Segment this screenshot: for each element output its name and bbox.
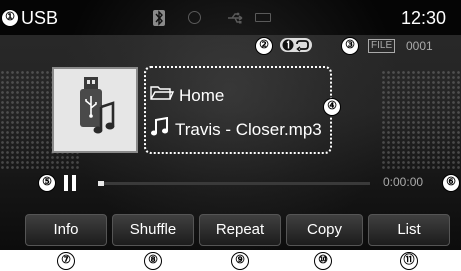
usb-drive-music-icon bbox=[54, 77, 136, 155]
folder-icon bbox=[150, 85, 175, 106]
repeat-button[interactable]: Repeat bbox=[199, 214, 281, 246]
song-title: Travis - Closer.mp3 bbox=[175, 119, 322, 139]
shuffle-button[interactable]: Shuffle bbox=[112, 214, 194, 246]
file-number: 0001 bbox=[406, 39, 433, 53]
bluetooth-icon bbox=[153, 10, 165, 26]
elapsed-time: 0:00:00 bbox=[383, 175, 424, 189]
pause-button[interactable] bbox=[64, 175, 77, 191]
battery-icon bbox=[255, 13, 271, 22]
progress-bar[interactable] bbox=[98, 181, 370, 186]
file-tag: FILE bbox=[368, 39, 396, 53]
callout-8: ⑧ bbox=[144, 252, 162, 270]
disc-icon bbox=[188, 11, 201, 24]
song-row: Travis - Closer.mp3 bbox=[150, 116, 322, 142]
callout-1: ① bbox=[1, 9, 19, 27]
info-button[interactable]: Info bbox=[25, 214, 107, 246]
callout-9: ⑨ bbox=[231, 252, 249, 270]
album-art bbox=[52, 67, 138, 153]
folder-row: Home bbox=[150, 85, 224, 106]
callout-3: ③ bbox=[341, 37, 359, 55]
folder-name: Home bbox=[179, 85, 225, 105]
callout-10: ⑩ bbox=[314, 252, 332, 270]
list-button[interactable]: List bbox=[368, 214, 450, 246]
music-note-icon bbox=[150, 116, 170, 142]
callout-7: ⑦ bbox=[57, 252, 75, 270]
background-dot-pattern-right bbox=[381, 70, 461, 170]
callout-4: ④ bbox=[323, 98, 341, 116]
source-label: USB bbox=[21, 8, 59, 28]
media-screen: USB 12:30 FILE 0001 Home Travis - Closer… bbox=[0, 0, 461, 250]
callout-2: ② bbox=[255, 37, 273, 55]
clock: 12:30 bbox=[400, 8, 446, 28]
callout-11: ⑪ bbox=[400, 252, 418, 270]
copy-button[interactable]: Copy bbox=[286, 214, 363, 246]
usb-icon bbox=[227, 11, 245, 30]
callout-5: ⑤ bbox=[38, 174, 56, 192]
progress-knob[interactable] bbox=[98, 181, 104, 186]
callout-6: ⑥ bbox=[442, 174, 460, 192]
softkey-bar: Info Shuffle Repeat Copy List bbox=[0, 212, 461, 250]
repeat-one-icon bbox=[280, 38, 312, 52]
